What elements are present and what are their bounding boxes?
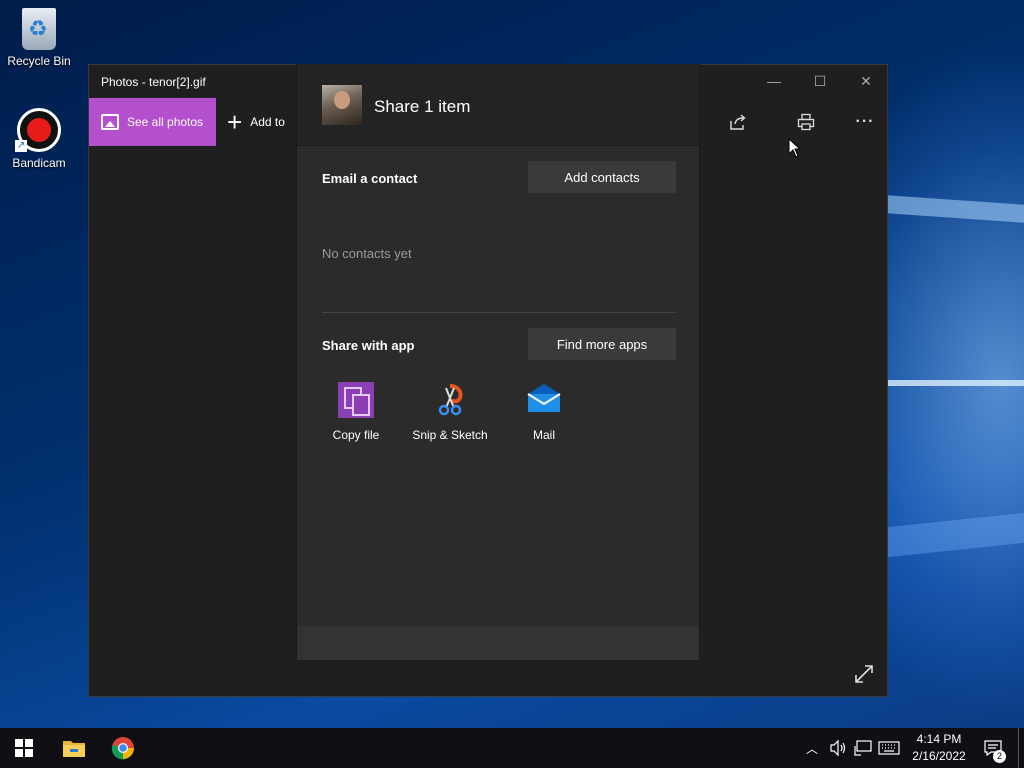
window-title: Photos - tenor[2].gif xyxy=(101,75,206,89)
item-thumbnail xyxy=(322,85,362,125)
volume-icon xyxy=(830,740,846,756)
close-button[interactable]: ✕ xyxy=(843,65,889,97)
add-to-label: Add to xyxy=(250,115,285,129)
share-target-label: Snip & Sketch xyxy=(412,428,488,442)
maximize-button[interactable]: ☐ xyxy=(797,65,843,97)
volume-button[interactable] xyxy=(830,728,848,768)
clock-date: 2/16/2022 xyxy=(912,749,966,763)
print-icon xyxy=(797,113,815,131)
close-icon: ✕ xyxy=(860,72,872,89)
no-contacts-text: No contacts yet xyxy=(322,246,412,261)
recycle-bin-icon xyxy=(22,8,56,50)
desktop-icon-bandicam[interactable]: Bandicam xyxy=(1,108,77,170)
network-button[interactable] xyxy=(854,728,872,768)
share-title: Share 1 item xyxy=(374,97,471,116)
share-target-label: Mail xyxy=(532,428,555,442)
clock-time: 4:14 PM xyxy=(916,732,962,746)
section-divider xyxy=(322,312,676,313)
taskbar-file-explorer[interactable] xyxy=(50,728,98,768)
wallpaper-light-beam xyxy=(888,380,1024,386)
action-center-button[interactable]: 2 xyxy=(978,728,1008,768)
start-icon xyxy=(15,739,33,757)
show-desktop-button[interactable] xyxy=(1018,728,1024,768)
share-target-snip-sketch[interactable]: Snip & Sketch xyxy=(405,382,495,442)
add-contacts-button[interactable]: Add contacts xyxy=(528,161,676,193)
print-button[interactable] xyxy=(794,110,818,134)
minimize-button[interactable]: — xyxy=(751,65,797,97)
share-with-app-label: Share with app xyxy=(322,338,415,353)
mail-icon xyxy=(526,382,562,418)
see-all-photos-label: See all photos xyxy=(127,115,204,129)
chevron-up-icon: ︿ xyxy=(806,741,819,756)
taskbar: ︿ 4:14 PM 2/16/2022 2 xyxy=(0,728,1024,768)
desktop-icon-label: Recycle Bin xyxy=(7,54,71,68)
show-hidden-icons-button[interactable]: ︿ xyxy=(806,728,818,768)
add-to-button[interactable]: + Add to xyxy=(227,98,285,146)
wallpaper-light-beam xyxy=(888,512,1024,558)
more-options-button[interactable]: ··· xyxy=(853,110,877,134)
share-button[interactable] xyxy=(726,110,750,134)
plus-icon: + xyxy=(227,107,243,137)
share-header: Share 1 item xyxy=(297,64,699,146)
network-icon xyxy=(854,740,872,756)
touch-keyboard-button[interactable] xyxy=(878,728,900,768)
chrome-icon xyxy=(111,737,134,760)
find-more-apps-button[interactable]: Find more apps xyxy=(528,328,676,360)
start-button[interactable] xyxy=(0,728,48,768)
share-footer xyxy=(297,626,699,660)
wallpaper-light-beam xyxy=(888,195,1024,223)
copy-file-icon xyxy=(338,382,374,418)
keyboard-icon xyxy=(878,741,900,755)
expand-icon xyxy=(855,665,873,683)
see-all-photos-button[interactable]: See all photos xyxy=(89,98,216,146)
taskbar-clock[interactable]: 4:14 PM 2/16/2022 xyxy=(906,731,972,765)
photo-icon xyxy=(101,114,119,130)
share-flyout: Share 1 item Email a contact Add contact… xyxy=(296,64,700,660)
desktop-icon-label: Bandicam xyxy=(12,156,66,170)
share-target-label: Copy file xyxy=(332,428,380,442)
email-contact-label: Email a contact xyxy=(322,171,418,186)
share-target-copy-file[interactable]: Copy file xyxy=(311,382,401,442)
shortcut-arrow-icon: ↗ xyxy=(15,140,27,152)
file-explorer-icon xyxy=(63,741,85,757)
desktop-icon-recycle-bin[interactable]: Recycle Bin xyxy=(1,8,77,68)
ellipsis-icon: ··· xyxy=(855,113,875,130)
notification-count-badge: 2 xyxy=(993,750,1006,763)
mouse-cursor-icon xyxy=(788,138,802,158)
minimize-icon: — xyxy=(767,73,781,89)
share-target-mail[interactable]: Mail xyxy=(499,382,589,442)
snip-sketch-icon xyxy=(432,382,468,418)
fullscreen-button[interactable] xyxy=(853,663,875,685)
share-icon xyxy=(730,114,746,130)
taskbar-chrome[interactable] xyxy=(99,728,147,768)
maximize-icon: ☐ xyxy=(813,72,827,89)
